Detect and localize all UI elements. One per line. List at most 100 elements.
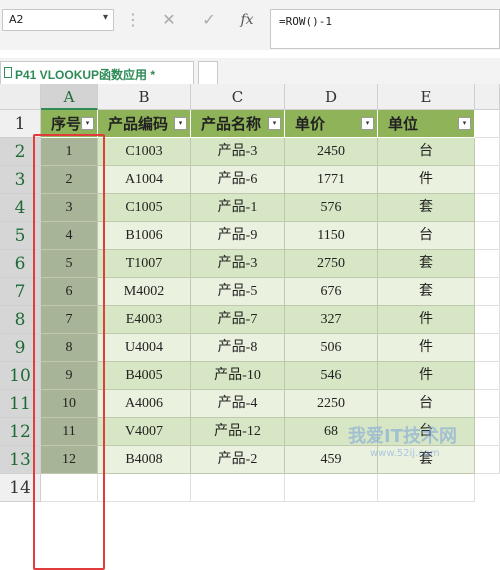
table-cell[interactable]: 套 bbox=[378, 278, 475, 306]
cell[interactable] bbox=[475, 166, 500, 194]
table-cell[interactable]: 产品-12 bbox=[191, 418, 285, 446]
table-cell[interactable]: 676 bbox=[285, 278, 378, 306]
table-cell[interactable]: 576 bbox=[285, 194, 378, 222]
table-cell[interactable]: 68 bbox=[285, 418, 378, 446]
table-cell[interactable]: 产品-3 bbox=[191, 250, 285, 278]
cell[interactable] bbox=[475, 418, 500, 446]
table-cell[interactable]: 件 bbox=[378, 362, 475, 390]
row-header[interactable]: 2 bbox=[0, 138, 41, 166]
cell[interactable] bbox=[378, 474, 475, 502]
table-cell[interactable]: T1007 bbox=[98, 250, 191, 278]
table-cell[interactable]: 12 bbox=[41, 446, 98, 474]
row-header[interactable]: 6 bbox=[0, 250, 41, 278]
table-cell[interactable]: B4005 bbox=[98, 362, 191, 390]
table-cell[interactable]: 件 bbox=[378, 306, 475, 334]
table-cell[interactable]: 6 bbox=[41, 278, 98, 306]
column-header[interactable]: B bbox=[98, 84, 191, 110]
table-cell[interactable]: 产品-3 bbox=[191, 138, 285, 166]
table-cell[interactable]: 产品-2 bbox=[191, 446, 285, 474]
table-cell[interactable]: A4006 bbox=[98, 390, 191, 418]
column-header[interactable]: A bbox=[41, 84, 98, 110]
cell[interactable] bbox=[475, 390, 500, 418]
table-cell[interactable]: 台 bbox=[378, 418, 475, 446]
cell[interactable] bbox=[191, 474, 285, 502]
table-cell[interactable]: 产品-1 bbox=[191, 194, 285, 222]
table-cell[interactable]: 4 bbox=[41, 222, 98, 250]
table-cell[interactable]: 8 bbox=[41, 334, 98, 362]
table-cell[interactable]: 327 bbox=[285, 306, 378, 334]
table-cell[interactable]: 459 bbox=[285, 446, 378, 474]
fx-icon[interactable]: fx bbox=[232, 9, 262, 31]
table-cell[interactable]: V4007 bbox=[98, 418, 191, 446]
filter-dropdown-icon[interactable]: ▾ bbox=[81, 117, 94, 130]
row-header[interactable]: 8 bbox=[0, 306, 41, 334]
table-cell[interactable]: 11 bbox=[41, 418, 98, 446]
sheet-tab[interactable]: P41 VLOOKUP函数应用 * bbox=[0, 61, 194, 84]
table-cell[interactable]: 产品-4 bbox=[191, 390, 285, 418]
select-all-corner[interactable] bbox=[0, 84, 41, 110]
row-header[interactable]: 4 bbox=[0, 194, 41, 222]
row-header[interactable]: 12 bbox=[0, 418, 41, 446]
filter-dropdown-icon[interactable]: ▾ bbox=[361, 117, 374, 130]
table-cell[interactable]: 1150 bbox=[285, 222, 378, 250]
table-cell[interactable]: 套 bbox=[378, 446, 475, 474]
table-cell[interactable]: 3 bbox=[41, 194, 98, 222]
cell[interactable] bbox=[475, 446, 500, 474]
chevron-down-icon[interactable]: ▾ bbox=[103, 12, 108, 23]
table-cell[interactable]: 产品-10 bbox=[191, 362, 285, 390]
cell[interactable] bbox=[475, 278, 500, 306]
formula-input[interactable]: =ROW()-1 bbox=[270, 9, 500, 49]
table-cell[interactable]: U4004 bbox=[98, 334, 191, 362]
name-box[interactable]: A2 ▾ bbox=[2, 9, 114, 31]
cell[interactable] bbox=[475, 306, 500, 334]
table-cell[interactable]: 7 bbox=[41, 306, 98, 334]
row-header[interactable]: 5 bbox=[0, 222, 41, 250]
row-header[interactable]: 3 bbox=[0, 166, 41, 194]
table-cell[interactable]: 2450 bbox=[285, 138, 378, 166]
table-cell[interactable]: 506 bbox=[285, 334, 378, 362]
filter-dropdown-icon[interactable]: ▾ bbox=[268, 117, 281, 130]
table-cell[interactable]: 1 bbox=[41, 138, 98, 166]
table-header-cell[interactable]: 单价 ▾ bbox=[285, 110, 378, 138]
table-cell[interactable]: 台 bbox=[378, 222, 475, 250]
table-cell[interactable]: 9 bbox=[41, 362, 98, 390]
table-cell[interactable]: 件 bbox=[378, 334, 475, 362]
table-cell[interactable]: 2250 bbox=[285, 390, 378, 418]
row-header[interactable]: 11 bbox=[0, 390, 41, 418]
row-header[interactable]: 1 bbox=[0, 110, 41, 138]
table-cell[interactable]: 产品-9 bbox=[191, 222, 285, 250]
cell[interactable] bbox=[475, 110, 500, 138]
table-cell[interactable]: 产品-6 bbox=[191, 166, 285, 194]
table-cell[interactable]: E4003 bbox=[98, 306, 191, 334]
table-cell[interactable]: B1006 bbox=[98, 222, 191, 250]
table-cell[interactable]: C1005 bbox=[98, 194, 191, 222]
table-cell[interactable]: 台 bbox=[378, 390, 475, 418]
cell[interactable] bbox=[285, 474, 378, 502]
table-cell[interactable]: A1004 bbox=[98, 166, 191, 194]
cell[interactable] bbox=[475, 194, 500, 222]
check-icon[interactable]: ✓ bbox=[194, 9, 224, 31]
table-cell[interactable]: 10 bbox=[41, 390, 98, 418]
table-cell[interactable]: 2 bbox=[41, 166, 98, 194]
row-header[interactable]: 9 bbox=[0, 334, 41, 362]
cell[interactable] bbox=[41, 474, 98, 502]
cell[interactable] bbox=[475, 138, 500, 166]
table-cell[interactable]: 产品-7 bbox=[191, 306, 285, 334]
filter-dropdown-icon[interactable]: ▾ bbox=[458, 117, 471, 130]
cancel-icon[interactable]: ✕ bbox=[154, 9, 184, 31]
cell[interactable] bbox=[475, 362, 500, 390]
table-cell[interactable]: 产品-8 bbox=[191, 334, 285, 362]
row-header[interactable]: 13 bbox=[0, 446, 41, 474]
table-cell[interactable]: M4002 bbox=[98, 278, 191, 306]
cell[interactable] bbox=[475, 250, 500, 278]
table-cell[interactable]: 件 bbox=[378, 166, 475, 194]
table-header-cell[interactable]: 产品编码 ▾ bbox=[98, 110, 191, 138]
column-header[interactable]: E bbox=[378, 84, 475, 110]
table-cell[interactable]: 546 bbox=[285, 362, 378, 390]
new-sheet-tab[interactable] bbox=[198, 61, 218, 84]
table-cell[interactable]: B4008 bbox=[98, 446, 191, 474]
cell[interactable] bbox=[98, 474, 191, 502]
filter-dropdown-icon[interactable]: ▾ bbox=[174, 117, 187, 130]
table-cell[interactable]: 1771 bbox=[285, 166, 378, 194]
table-cell[interactable]: 2750 bbox=[285, 250, 378, 278]
